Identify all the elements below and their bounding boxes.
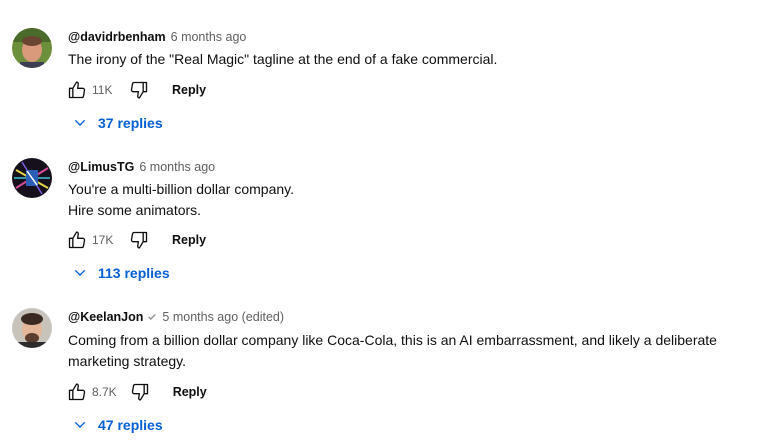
checkmark-icon [148,314,157,320]
avatar[interactable] [12,28,52,68]
comment-actions: 17K Reply [66,228,206,252]
dislike-button[interactable] [128,229,150,251]
comment-text-line: You're a multi-billion dollar company. [68,181,295,197]
reply-button[interactable]: Reply [173,385,207,399]
replies-count[interactable]: 47 replies [98,417,163,433]
thumbs-down-icon [130,231,148,249]
chevron-down-icon [74,421,86,428]
comment-text: The irony of the "Real Magic" tagline at… [68,49,748,70]
view-replies-button[interactable]: 113 replies [72,263,170,283]
thumbs-up-icon [68,231,86,249]
comment-actions: 11K Reply [66,78,206,102]
comment-header: @LimusTG 6 months ago [68,158,215,176]
comment-text: Coming from a billion dollar company lik… [68,330,748,372]
like-count: 17K [92,233,114,247]
comment-time[interactable]: 6 months ago [171,28,247,46]
thumbs-up-icon [68,81,86,99]
comment-time[interactable]: 6 months ago [139,158,215,176]
like-count: 8.7K [92,385,117,399]
comment-text-line: Coming from a billion dollar company lik… [68,332,717,348]
comment-text-line: The irony of the "Real Magic" tagline at… [68,51,498,67]
like-button[interactable] [66,381,88,403]
replies-count[interactable]: 37 replies [98,115,163,131]
chevron-down-icon [74,119,86,126]
comment-author[interactable]: @LimusTG [68,158,134,176]
comment-header: @KeelanJon 5 months ago (edited) [68,308,284,326]
comment-time[interactable]: 5 months ago (edited) [162,308,284,326]
chevron-down-icon [74,269,86,276]
thumbs-down-icon [131,383,148,401]
comment-actions: 8.7K Reply [66,380,207,404]
avatar[interactable] [12,308,52,348]
avatar[interactable] [12,158,52,198]
comment-text: You're a multi-billion dollar company. H… [68,179,748,221]
view-replies-button[interactable]: 47 replies [72,415,163,435]
comment-text-line: marketing strategy. [68,353,187,369]
like-count: 11K [92,83,113,97]
reply-button[interactable]: Reply [172,233,206,247]
comment-text-line: Hire some animators. [68,202,202,218]
replies-count[interactable]: 113 replies [98,265,170,281]
comment-header: @davidrbenham 6 months ago [68,28,246,46]
dislike-button[interactable] [128,79,150,101]
thumbs-up-icon [68,383,86,401]
reply-button[interactable]: Reply [172,83,206,97]
thumbs-down-icon [130,81,148,99]
dislike-button[interactable] [129,381,151,403]
view-replies-button[interactable]: 37 replies [72,113,163,133]
like-button[interactable] [66,229,88,251]
comment-author[interactable]: @KeelanJon [68,308,143,326]
like-button[interactable] [66,79,88,101]
comment-author[interactable]: @davidrbenham [68,28,166,46]
